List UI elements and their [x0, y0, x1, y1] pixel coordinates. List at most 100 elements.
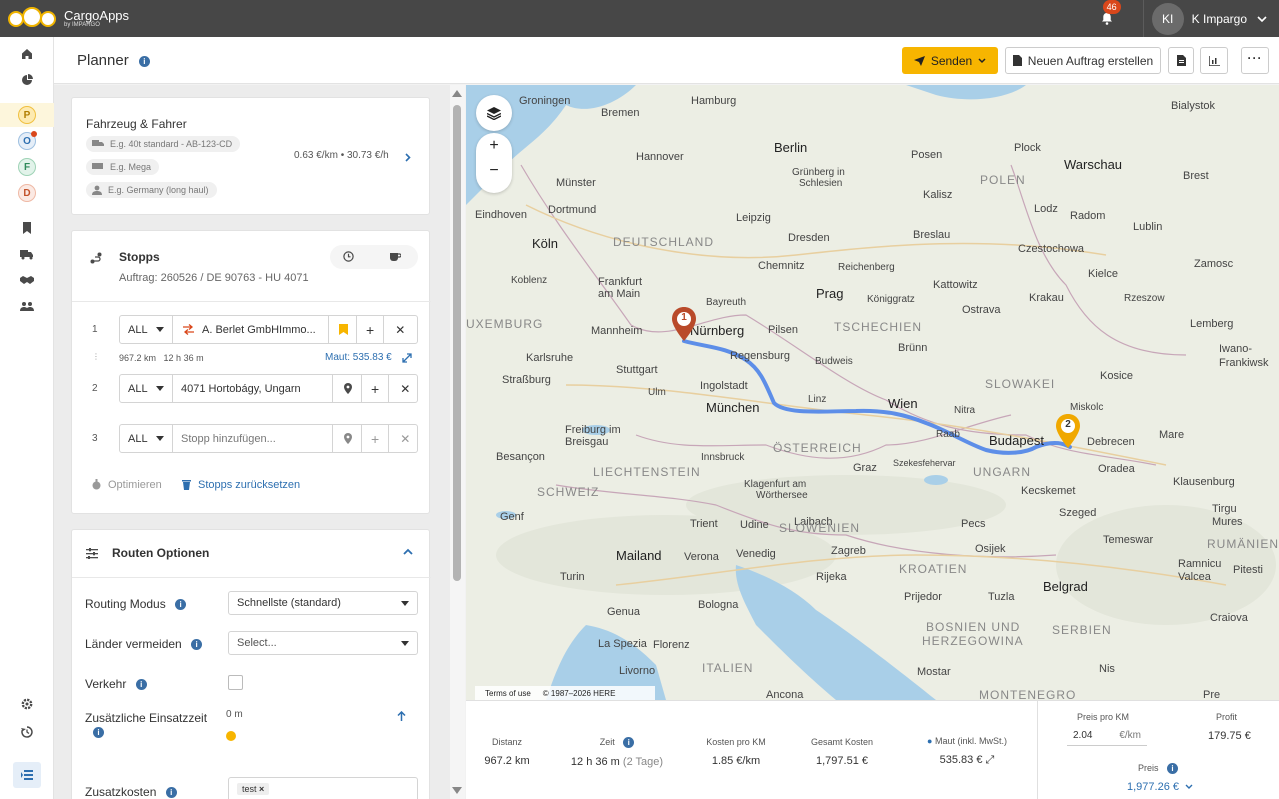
bookmark-icon[interactable]	[339, 324, 348, 335]
zoom-in-button[interactable]: +	[476, 137, 512, 161]
remove-stop-icon[interactable]: ✕	[400, 432, 410, 446]
info-icon[interactable]: i	[135, 679, 147, 691]
collapse-sidebar-icon[interactable]	[13, 762, 41, 788]
remove-stop-icon[interactable]: ✕	[400, 382, 410, 396]
info-icon[interactable]: i	[191, 639, 203, 651]
stop-name[interactable]: 4071 Hortobágy, Ungarn	[181, 383, 328, 395]
sidebar-item-dispatch[interactable]: D	[18, 184, 36, 202]
map-label: Freiburg im	[565, 424, 621, 436]
cost-per-km-label: Kosten pro KM	[706, 737, 766, 747]
truck-chip[interactable]: E.g. 40t standard - AB-123-CD	[86, 136, 241, 152]
price-per-km-input[interactable]: 2.04 €/km	[1067, 726, 1147, 746]
chevron-right-icon[interactable]	[405, 153, 411, 162]
info-icon[interactable]: i	[623, 737, 635, 749]
map-label: SERBIEN	[1052, 623, 1112, 637]
arrow-up-icon[interactable]	[397, 711, 406, 721]
map-pin-icon[interactable]	[344, 433, 352, 444]
add-stop-icon[interactable]: +	[371, 381, 379, 397]
expand-icon[interactable]: ⤢	[986, 754, 995, 766]
user-name[interactable]: K Impargo	[1192, 12, 1247, 26]
optimize-button[interactable]: Optimieren	[108, 479, 162, 491]
handshake-icon[interactable]	[18, 271, 36, 289]
map-label: Genf	[500, 511, 524, 523]
routing-mode-select[interactable]: Schnellste (standard)	[228, 591, 418, 615]
stop-name[interactable]: A. Berlet GmbHImmo...	[202, 324, 324, 336]
scroll-thumb[interactable]	[453, 105, 461, 581]
expand-icon[interactable]	[402, 353, 412, 363]
more-options-button[interactable]: ···	[1241, 47, 1269, 74]
add-stop-input[interactable]: Stopp hinzufügen...	[181, 433, 328, 445]
home-icon[interactable]	[18, 45, 36, 63]
send-button[interactable]: Senden	[902, 47, 998, 74]
map-label: Rzeszow	[1124, 293, 1165, 304]
history-icon[interactable]	[18, 723, 36, 741]
sidebar-item-fleet[interactable]: F	[18, 158, 36, 176]
route-map[interactable]: Groningen Bremen Hamburg Bialystok Hanno…	[466, 85, 1279, 700]
settings-gear-icon[interactable]	[18, 695, 36, 713]
caret-down-icon	[156, 436, 164, 441]
leg-toll[interactable]: Maut: 535.83 €	[325, 352, 392, 363]
toll-value-link[interactable]: 535.83 € ⤢	[915, 754, 1019, 767]
sidebar-item-planner[interactable]: P	[18, 106, 36, 124]
map-label: Königgratz	[867, 294, 915, 305]
map-layers-button[interactable]	[476, 95, 512, 131]
users-icon[interactable]	[18, 297, 36, 315]
add-stop-icon[interactable]: +	[371, 431, 379, 447]
stop-marker-2[interactable]: 2	[1054, 413, 1082, 451]
chart-button[interactable]	[1200, 47, 1228, 74]
remove-tag-icon[interactable]: ×	[259, 784, 264, 794]
map-label: Trient	[690, 518, 718, 530]
terms-of-use-link[interactable]: Terms of use	[485, 689, 531, 698]
stop-type-select[interactable]: ALL	[120, 425, 173, 452]
truck-icon[interactable]	[18, 245, 36, 263]
user-menu-chevron-icon[interactable]	[1257, 15, 1267, 23]
info-icon[interactable]: i	[93, 727, 104, 738]
notifications-bell-icon[interactable]: 46	[1097, 0, 1121, 29]
bookmark-icon[interactable]	[18, 219, 36, 237]
map-pin-icon[interactable]	[344, 383, 352, 394]
toll-stat: ● Maut (inkl. MwSt.) 535.83 € ⤢	[915, 736, 1019, 767]
stop-type-select[interactable]: ALL	[120, 375, 173, 402]
coins-icon: ●	[927, 736, 933, 746]
trailer-chip[interactable]: E.g. Mega	[86, 159, 160, 175]
traffic-checkbox[interactable]	[228, 675, 243, 690]
info-icon[interactable]: i	[138, 55, 150, 67]
extra-cost-select[interactable]: test ×	[228, 777, 418, 799]
zoom-out-button[interactable]: −	[476, 162, 512, 186]
info-icon[interactable]: i	[175, 599, 187, 611]
pdf-export-button[interactable]	[1168, 47, 1194, 74]
map-label: Mures	[1212, 516, 1243, 528]
scroll-up-arrow-icon[interactable]	[452, 90, 462, 97]
pie-chart-icon[interactable]	[18, 71, 36, 89]
map-label: Frankiwsk	[1219, 357, 1269, 369]
price-select[interactable]: 1,977.26 €	[1127, 781, 1193, 793]
app-logo[interactable]: CargoApps by IMPARGO	[8, 6, 129, 31]
scroll-down-arrow-icon[interactable]	[452, 787, 462, 794]
info-icon[interactable]: i	[1167, 763, 1179, 775]
price-value: 1,977.26 €	[1127, 781, 1179, 793]
avoid-countries-select[interactable]: Select...	[228, 631, 418, 655]
price-per-km-label: Preis pro KM	[1077, 712, 1130, 722]
remove-stop-icon[interactable]: ✕	[395, 323, 405, 337]
chevron-down-icon	[1185, 784, 1193, 789]
stop-marker-1[interactable]: 1	[670, 306, 698, 342]
add-stop-icon[interactable]: +	[366, 322, 374, 338]
extra-cost-tag-text: test	[242, 784, 257, 794]
clock-icon[interactable]	[343, 251, 354, 262]
info-icon[interactable]: i	[165, 787, 177, 799]
panel-scrollbar[interactable]	[450, 85, 465, 799]
map-label: LIECHTENSTEIN	[593, 465, 701, 479]
map-label: Prag	[816, 286, 844, 301]
map-label: ÖSTERREICH	[773, 441, 862, 455]
reset-stops-button[interactable]: Stopps zurücksetzen	[198, 479, 300, 491]
user-avatar[interactable]: KI	[1151, 2, 1184, 35]
map-label: Ramnicu	[1178, 558, 1222, 570]
new-order-button[interactable]: Neuen Auftrag erstellen	[1005, 47, 1161, 74]
driver-chip[interactable]: E.g. Germany (long haul)	[86, 182, 217, 198]
extra-time-slider-handle[interactable]	[226, 731, 236, 741]
vehicle-driver-card[interactable]: Fahrzeug & Fahrer E.g. 40t standard - AB…	[71, 97, 430, 215]
stop-row-3: ALL Stopp hinzufügen... + ✕	[119, 424, 418, 453]
chevron-up-icon[interactable]	[403, 548, 413, 555]
coffee-icon[interactable]	[389, 251, 401, 262]
stop-type-select[interactable]: ALL	[120, 316, 173, 343]
